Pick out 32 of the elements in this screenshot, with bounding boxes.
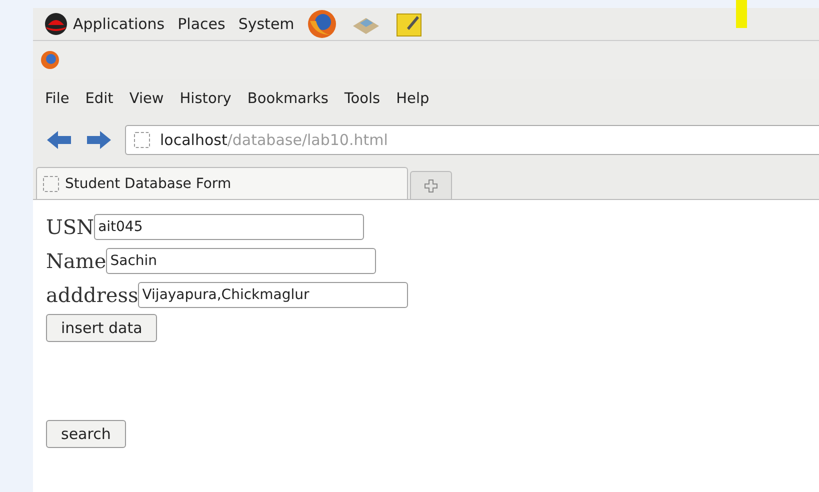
field-label: USN: [46, 215, 94, 239]
url-text: localhost/database/lab10.html: [160, 131, 388, 149]
panel-menu[interactable]: Places: [178, 15, 226, 33]
globe-icon: [40, 50, 60, 70]
search-button[interactable]: search: [46, 420, 126, 448]
new-tab-button[interactable]: [410, 171, 452, 199]
field-label: Name: [46, 249, 106, 273]
tab-label: Student Database Form: [65, 176, 232, 192]
menu-item[interactable]: File: [45, 91, 70, 107]
globe-icon[interactable]: [307, 9, 338, 39]
forward-arrow-icon[interactable]: [85, 129, 113, 151]
hat-icon[interactable]: [43, 12, 69, 36]
menu-item[interactable]: View: [129, 91, 164, 107]
highlight-mark: [736, 0, 747, 28]
back-arrow-icon[interactable]: [45, 129, 73, 151]
field-label: adddress: [46, 283, 138, 307]
browser-tab[interactable]: Student Database Form: [36, 167, 408, 199]
page-icon: [134, 132, 150, 148]
text-field[interactable]: Sachin: [106, 248, 376, 274]
menu-item[interactable]: Bookmarks: [247, 91, 328, 107]
menu-item[interactable]: Edit: [85, 91, 114, 107]
panel-menu[interactable]: System: [238, 15, 294, 33]
insert-data-button[interactable]: insert data: [46, 314, 158, 342]
menu-item[interactable]: Tools: [344, 91, 380, 107]
page-icon: [43, 176, 59, 192]
menu-item[interactable]: Help: [396, 91, 430, 107]
text-field[interactable]: ait045: [94, 214, 364, 240]
menu-item[interactable]: History: [180, 91, 232, 107]
text-field[interactable]: Vijayapura,Chickmaglur: [138, 282, 408, 308]
panel-menu[interactable]: Applications: [73, 15, 165, 33]
plus-icon: [424, 178, 438, 192]
address-field[interactable]: localhost/database/lab10.html: [125, 125, 819, 155]
